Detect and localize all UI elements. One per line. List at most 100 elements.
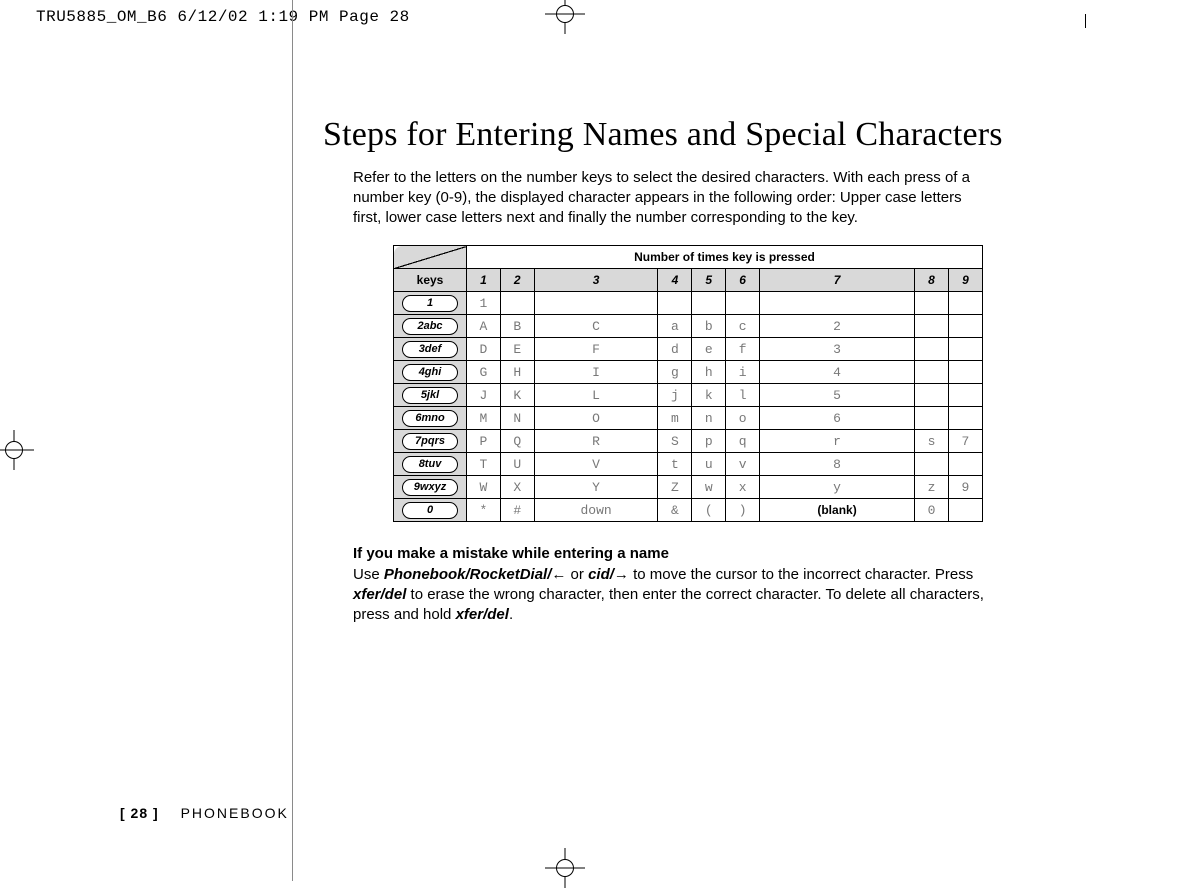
char-cell: H xyxy=(500,361,534,384)
char-cell: 0 xyxy=(915,499,949,522)
char-cell: n xyxy=(692,407,726,430)
char-cell: j xyxy=(658,384,692,407)
char-cell: Q xyxy=(500,430,534,453)
keycap: 2abc xyxy=(402,318,458,335)
char-cell: q xyxy=(726,430,760,453)
page-footer: [ 28 ] PHONEBOOK xyxy=(120,805,289,821)
char-cell: 3 xyxy=(760,338,915,361)
char-cell: Y xyxy=(534,476,658,499)
char-cell xyxy=(948,384,982,407)
char-cell: 7 xyxy=(948,430,982,453)
char-cell: U xyxy=(500,453,534,476)
table-top-header: Number of times key is pressed xyxy=(467,246,983,269)
table-corner xyxy=(394,246,467,269)
keycap: 4ghi xyxy=(402,364,458,381)
col-8: 8 xyxy=(915,269,949,292)
char-cell: k xyxy=(692,384,726,407)
char-cell: r xyxy=(760,430,915,453)
col-6: 6 xyxy=(726,269,760,292)
char-cell: A xyxy=(467,315,501,338)
char-cell: w xyxy=(692,476,726,499)
char-cell xyxy=(915,384,949,407)
char-cell xyxy=(948,407,982,430)
char-cell: f xyxy=(726,338,760,361)
char-cell xyxy=(760,292,915,315)
keycap: 6mno xyxy=(402,410,458,427)
col-1: 1 xyxy=(467,269,501,292)
col-7: 7 xyxy=(760,269,915,292)
char-cell: # xyxy=(500,499,534,522)
char-cell: e xyxy=(692,338,726,361)
char-cell xyxy=(948,499,982,522)
char-cell xyxy=(915,453,949,476)
char-cell: m xyxy=(658,407,692,430)
char-cell: * xyxy=(467,499,501,522)
char-cell: F xyxy=(534,338,658,361)
char-cell xyxy=(915,315,949,338)
keycap-cell: 7pqrs xyxy=(394,430,467,453)
char-cell: X xyxy=(500,476,534,499)
table-header-row: keys 1 2 3 4 5 6 7 8 9 xyxy=(394,269,983,292)
char-cell: M xyxy=(467,407,501,430)
char-cell: c xyxy=(726,315,760,338)
table-row: 5jklJKLjkl5 xyxy=(394,384,983,407)
char-cell: t xyxy=(658,453,692,476)
char-cell: B xyxy=(500,315,534,338)
char-cell: g xyxy=(658,361,692,384)
table-row: 0*#down&()(blank)0 xyxy=(394,499,983,522)
char-cell: V xyxy=(534,453,658,476)
char-cell: p xyxy=(692,430,726,453)
char-cell: I xyxy=(534,361,658,384)
char-cell: 5 xyxy=(760,384,915,407)
col-4: 4 xyxy=(658,269,692,292)
char-cell: h xyxy=(692,361,726,384)
char-cell xyxy=(692,292,726,315)
col-5: 5 xyxy=(692,269,726,292)
page-number: [ 28 ] xyxy=(120,805,159,821)
keycap: 5jkl xyxy=(402,387,458,404)
char-cell: W xyxy=(467,476,501,499)
char-cell xyxy=(726,292,760,315)
keycap: 0 xyxy=(402,502,458,519)
keycap: 1 xyxy=(402,295,458,312)
char-cell: G xyxy=(467,361,501,384)
char-cell: z xyxy=(915,476,949,499)
char-cell xyxy=(915,338,949,361)
char-cell xyxy=(915,292,949,315)
char-cell: b xyxy=(692,315,726,338)
char-cell: P xyxy=(467,430,501,453)
char-cell xyxy=(948,315,982,338)
table-row: 9wxyzWXYZwxyz9 xyxy=(394,476,983,499)
char-cell: 2 xyxy=(760,315,915,338)
keycap-cell: 6mno xyxy=(394,407,467,430)
table-row: 7pqrsPQRSpqrs7 xyxy=(394,430,983,453)
char-cell: (blank) xyxy=(760,499,915,522)
char-cell: R xyxy=(534,430,658,453)
char-cell xyxy=(948,361,982,384)
char-cell: D xyxy=(467,338,501,361)
char-cell: K xyxy=(500,384,534,407)
keycap-cell: 3def xyxy=(394,338,467,361)
char-cell: S xyxy=(658,430,692,453)
char-cell: d xyxy=(658,338,692,361)
char-cell: L xyxy=(534,384,658,407)
char-cell: i xyxy=(726,361,760,384)
table-row: 11 xyxy=(394,292,983,315)
char-cell: 8 xyxy=(760,453,915,476)
char-cell: 6 xyxy=(760,407,915,430)
table-row: 3defDEFdef3 xyxy=(394,338,983,361)
keycap-cell: 0 xyxy=(394,499,467,522)
keycap-cell: 2abc xyxy=(394,315,467,338)
char-cell xyxy=(915,407,949,430)
char-cell: u xyxy=(692,453,726,476)
page-title: Steps for Entering Names and Special Cha… xyxy=(323,116,1044,154)
char-cell: l xyxy=(726,384,760,407)
char-cell: Z xyxy=(658,476,692,499)
keycap-cell: 4ghi xyxy=(394,361,467,384)
registration-mark-icon xyxy=(0,430,34,470)
keycap: 9wxyz xyxy=(402,479,458,496)
char-cell: ) xyxy=(726,499,760,522)
char-cell xyxy=(534,292,658,315)
col-3: 3 xyxy=(534,269,658,292)
char-cell: v xyxy=(726,453,760,476)
